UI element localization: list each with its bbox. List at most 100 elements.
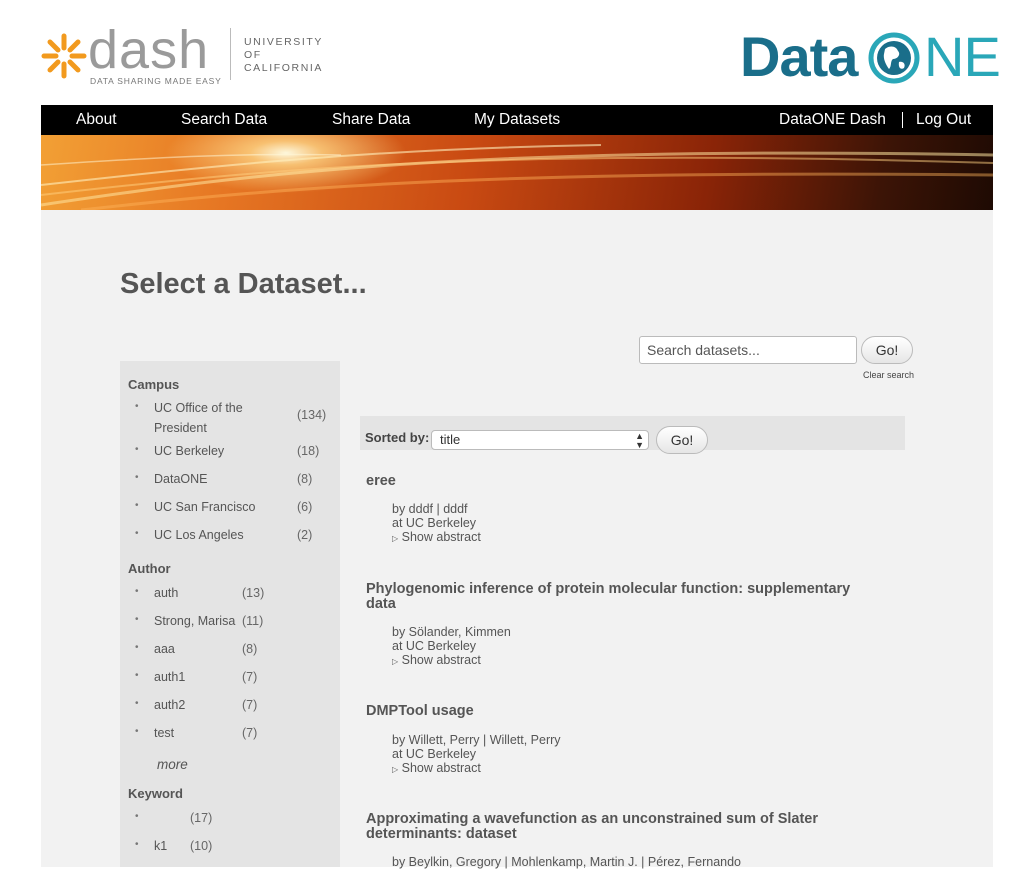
result-item: Phylogenomic inference of protein molecu…	[366, 582, 906, 668]
facet-label: UC Los Angeles	[154, 528, 244, 542]
uc-line-3: CALIFORNIA	[244, 62, 324, 74]
nav-search-data[interactable]: Search Data	[181, 105, 267, 135]
triangle-right-icon: ▷	[392, 657, 399, 666]
facet-label: auth	[154, 586, 179, 600]
hero-banner	[41, 135, 993, 210]
dash-wordmark: dash	[88, 20, 210, 80]
facet-item-author[interactable]: • auth2 (7)	[120, 698, 340, 716]
uc-line-1: UNIVERSITY	[244, 36, 324, 48]
facet-count: (13)	[242, 586, 265, 600]
bullet-icon: •	[135, 401, 139, 412]
facet-count: (7)	[242, 726, 258, 740]
result-item: eree by dddf | dddf at UC Berkeley ▷ Sho…	[366, 474, 906, 545]
result-campus: at UC Berkeley	[392, 639, 477, 653]
search-input[interactable]	[639, 336, 857, 364]
facet-label: auth1	[154, 670, 186, 684]
sort-selected-value: title	[440, 432, 461, 447]
result-authors: by dddf | dddf	[392, 502, 468, 516]
page-title: Select a Dataset...	[120, 268, 367, 300]
author-more-link[interactable]: more	[157, 757, 188, 772]
clear-search-link[interactable]: Clear search	[863, 370, 914, 380]
result-meta: by dddf | dddf at UC Berkeley ▷ Show abs…	[392, 502, 481, 546]
result-title[interactable]: DMPTool usage	[366, 704, 906, 719]
sort-select[interactable]: title ▲ ▼	[431, 430, 649, 450]
nav-about[interactable]: About	[76, 105, 117, 135]
nav-share-data[interactable]: Share Data	[332, 105, 410, 135]
facet-count: (8)	[297, 472, 313, 486]
facet-count: (10)	[190, 839, 213, 853]
result-authors: by Willett, Perry | Willett, Perry	[392, 733, 561, 747]
result-item: DMPTool usage by Willett, Perry | Willet…	[366, 704, 906, 776]
bullet-icon: •	[135, 811, 139, 822]
facet-label: Strong, Marisa	[154, 614, 236, 628]
facet-item-campus[interactable]: • UC Los Angeles (2)	[120, 528, 340, 546]
bullet-icon: •	[135, 472, 139, 483]
show-abstract-toggle[interactable]: ▷ Show abstract	[392, 653, 511, 669]
facet-label: k1	[154, 839, 168, 853]
facet-item-campus[interactable]: • DataONE (8)	[120, 472, 340, 490]
result-authors: by Sölander, Kimmen	[392, 625, 511, 639]
facet-item-author[interactable]: • auth (13)	[120, 586, 340, 604]
nav-dataone-dash[interactable]: DataONE Dash	[779, 105, 886, 135]
main-content: Select a Dataset... Go! Clear search Cam…	[41, 210, 993, 869]
result-meta: by Willett, Perry | Willett, Perry at UC…	[392, 733, 561, 777]
facet-count: (11)	[242, 614, 264, 628]
result-meta: by Sölander, Kimmen at UC Berkeley ▷ Sho…	[392, 625, 511, 669]
dataone-logo-ne: NE	[924, 25, 1001, 88]
result-title[interactable]: Approximating a wavefunction as an uncon…	[366, 812, 906, 842]
sort-label: Sorted by:	[365, 430, 430, 445]
dataone-logo-data: Data	[740, 25, 858, 88]
facet-title-keyword: Keyword	[128, 786, 183, 801]
bullet-icon: •	[135, 500, 139, 511]
bullet-icon: •	[135, 726, 139, 737]
dash-logo[interactable]: dash DATA SHARING MADE EASY UNIVERSITY O…	[40, 20, 323, 88]
facet-item-keyword[interactable]: • k1 (10)	[120, 839, 340, 857]
nav-log-out[interactable]: Log Out	[916, 105, 971, 135]
facet-label: UC Berkeley	[154, 444, 225, 458]
facet-title-campus: Campus	[128, 377, 180, 392]
facet-item-author[interactable]: • test (7)	[120, 726, 340, 744]
facet-title-author: Author	[128, 561, 171, 576]
facet-item-campus[interactable]: • UC San Francisco (6)	[120, 500, 340, 518]
triangle-right-icon: ▷	[392, 765, 399, 774]
show-abstract-toggle[interactable]: ▷ Show abstract	[392, 761, 561, 777]
facet-item-campus[interactable]: • UC Berkeley (18)	[120, 444, 340, 462]
result-campus: at UC Berkeley	[392, 516, 477, 530]
nav-my-datasets[interactable]: My Datasets	[474, 105, 560, 135]
facet-item-campus[interactable]: • UC Office of the President (134)	[120, 398, 340, 435]
facet-label: aaa	[154, 642, 175, 656]
facet-count: (134)	[297, 408, 327, 422]
bullet-icon: •	[135, 586, 139, 597]
facet-label: auth2	[154, 698, 186, 712]
bullet-icon: •	[135, 670, 139, 681]
facet-item-author[interactable]: • aaa (8)	[120, 642, 340, 660]
facet-count: (2)	[297, 528, 313, 542]
facet-item-author[interactable]: • auth1 (7)	[120, 670, 340, 688]
light-streaks-graphic	[41, 144, 993, 210]
facet-count: (17)	[190, 811, 213, 825]
result-title[interactable]: eree	[366, 474, 906, 489]
result-campus: at UC Berkeley	[392, 747, 477, 761]
nav-separator	[902, 112, 903, 128]
facet-item-keyword[interactable]: • (17)	[120, 811, 340, 829]
facet-label: UC San Francisco	[154, 500, 256, 514]
facet-label: DataONE	[154, 472, 208, 486]
facet-count: (7)	[242, 670, 258, 684]
facet-label: test	[154, 726, 175, 740]
bullet-icon: •	[135, 839, 139, 850]
sort-go-button[interactable]: Go!	[656, 426, 708, 454]
dataone-logo[interactable]: Data NE	[740, 25, 1001, 88]
result-title[interactable]: Phylogenomic inference of protein molecu…	[366, 582, 906, 612]
main-navbar: About Search Data Share Data My Datasets…	[41, 105, 993, 135]
uc-line-2: OF	[244, 49, 262, 61]
result-item: Approximating a wavefunction as an uncon…	[366, 812, 906, 869]
search-go-button[interactable]: Go!	[861, 336, 913, 364]
facet-item-author[interactable]: • Strong, Marisa (11)	[120, 614, 340, 632]
triangle-right-icon: ▷	[392, 534, 399, 543]
dash-tagline: DATA SHARING MADE EASY	[90, 76, 222, 86]
facet-count: (8)	[242, 642, 258, 656]
show-abstract-toggle[interactable]: ▷ Show abstract	[392, 530, 481, 546]
uc-logo-text: UNIVERSITY OF CALIFORNIA	[244, 36, 323, 75]
logo-divider	[230, 28, 231, 80]
globe-icon	[868, 32, 920, 84]
